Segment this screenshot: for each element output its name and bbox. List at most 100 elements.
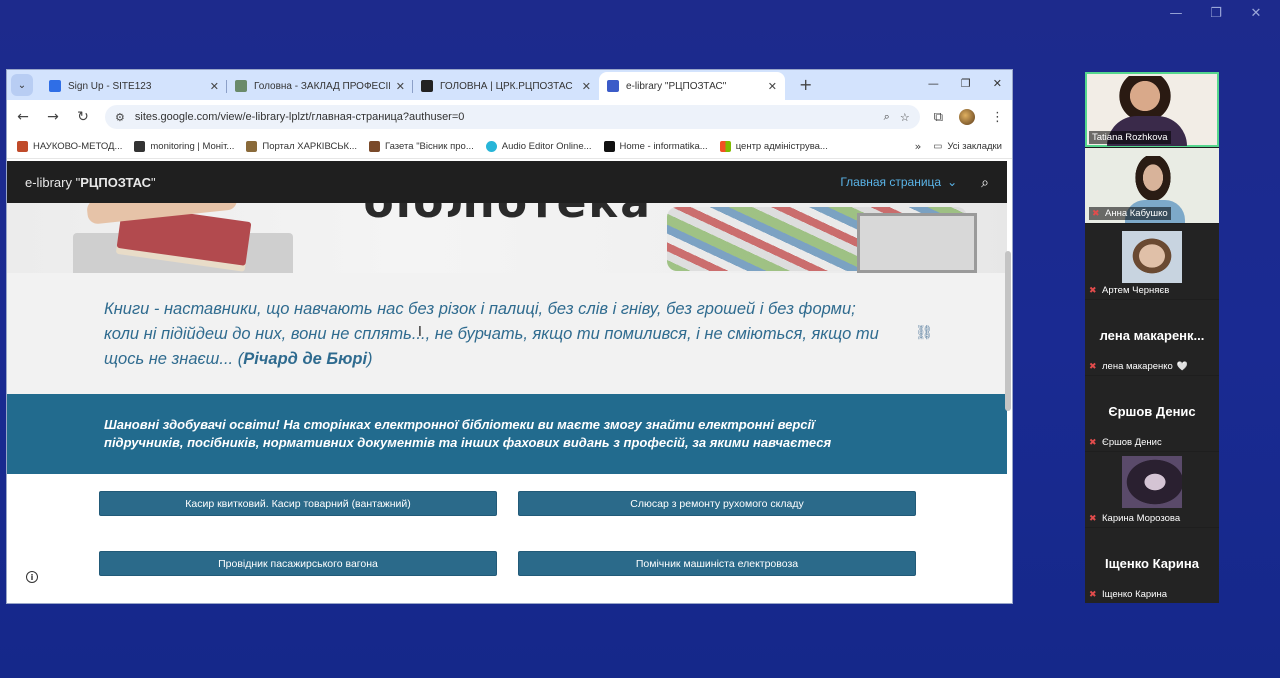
participant-tile[interactable]: ✖ Карина Морозова [1085, 452, 1219, 527]
tab-strip: ⌄ Sign Up - SITE123 ✕ Головна - ЗАКЛАД П… [7, 70, 1012, 100]
tab-golovna-crk[interactable]: ГОЛОВНА | ЦРК.РЦПОЗТАС ✕ [413, 72, 599, 100]
bookmark-label: НАУКОВО-МЕТОД... [33, 140, 123, 152]
tab-golovna-zaklad[interactable]: Головна - ЗАКЛАД ПРОФЕСІЙ ✕ [227, 72, 413, 100]
zoom-icon[interactable]: ⌕ [884, 111, 890, 124]
browser-restore-icon[interactable]: ❐ [961, 77, 971, 90]
url-text: sites.google.com/view/e-library-lplzt/гл… [134, 111, 465, 123]
mic-muted-icon: ✖ [1089, 437, 1097, 447]
participant-name-text: Tatiana Rozhkova [1092, 132, 1168, 143]
close-tab-icon[interactable]: ✕ [768, 80, 777, 93]
tab-site123[interactable]: Sign Up - SITE123 ✕ [41, 72, 227, 100]
link-icon[interactable]: ⛓ [915, 325, 933, 341]
participant-display-name: лена макаренк... [1099, 328, 1205, 343]
bookmark-item[interactable]: Портал ХАРКІВСЬК... [246, 140, 358, 152]
participant-tile[interactable]: ✖ Артем Черняєв [1085, 224, 1219, 299]
mic-muted-icon: ✖ [1089, 513, 1097, 523]
bookmark-item[interactable]: центр адмініструва... [719, 140, 828, 152]
participant-name: ✖ Іщенко Карина [1089, 589, 1167, 600]
folder-icon: ▭ [933, 140, 943, 152]
participant-name: ✖ Єршов Денис [1089, 437, 1162, 448]
google-sites-icon [607, 80, 619, 92]
reload-icon[interactable]: ↻ [75, 109, 91, 125]
bookmark-item[interactable]: monitoring | Моніт... [134, 140, 235, 152]
profession-button-conductor[interactable]: Провідник пасажирського вагона [99, 551, 497, 576]
close-tab-icon[interactable]: ✕ [582, 80, 591, 93]
mic-muted-icon: ✖ [1089, 589, 1097, 599]
forward-arrow-icon[interactable]: → [45, 109, 61, 125]
site-header: e-library "РЦПОЗТАС" Главная страница ⌄ ⌕ [7, 161, 1007, 203]
quote-body: Книги - наставники, що навчають нас без … [104, 300, 879, 368]
profile-avatar[interactable] [959, 109, 975, 125]
heart-icon: 🤍 [1176, 361, 1189, 371]
tab-e-library[interactable]: e-library "РЦПОЗТАС" ✕ [599, 72, 785, 100]
browser-close-icon[interactable]: ✕ [993, 77, 1002, 90]
participant-display-name: Іщенко Карина [1105, 556, 1199, 571]
participant-name-text: Карина Морозова [1102, 513, 1181, 524]
bookmark-favicon-icon [369, 140, 381, 152]
participant-photo [1133, 156, 1173, 204]
site-info-icon[interactable]: ⚙ [115, 111, 125, 124]
menu-kebab-icon[interactable]: ⋮ [991, 110, 1004, 125]
bookmark-star-icon[interactable]: ☆ [900, 111, 910, 124]
bookmark-label: monitoring | Моніт... [150, 140, 235, 152]
site-title[interactable]: e-library "РЦПОЗТАС" [25, 175, 156, 190]
participant-name: ✖ Карина Морозова [1089, 513, 1180, 524]
participant-tile[interactable]: ✖ Анна Кабушко [1085, 148, 1219, 223]
participant-name-text: Іщенко Карина [1102, 589, 1168, 600]
site-page: e-library "РЦПОЗТАС" Главная страница ⌄ ⌕… [7, 161, 1007, 603]
participant-tile[interactable]: Єршов Денис ✖ Єршов Денис [1085, 376, 1219, 451]
minimize-button[interactable]: — [1166, 6, 1186, 21]
participant-tile[interactable]: Tatiana Rozhkova [1085, 72, 1219, 147]
participant-name-text: Артем Черняєв [1102, 285, 1170, 296]
participant-photo [1122, 456, 1182, 508]
quote-text: Книги - наставники, що навчають нас без … [104, 297, 887, 372]
profession-button-locksmith[interactable]: Слюсар з ремонту рухомого складу [518, 491, 916, 516]
participant-name: ✖ Артем Черняєв [1089, 285, 1169, 296]
more-bookmarks-icon[interactable]: » [915, 140, 922, 153]
profession-button-assistant-driver[interactable]: Помічник машиніста електровоза [518, 551, 916, 576]
close-tab-icon[interactable]: ✕ [210, 80, 219, 93]
profession-button-cashier[interactable]: Касир квитковий. Касир товарний (вантажн… [99, 491, 497, 516]
chevron-down-icon: ⌄ [947, 175, 958, 189]
bookmark-item[interactable]: Audio Editor Online... [485, 140, 592, 152]
bookmark-label: Портал ХАРКІВСЬК... [262, 140, 358, 152]
close-tab-icon[interactable]: ✕ [396, 80, 405, 93]
bookmarks-bar: НАУКОВО-МЕТОД... monitoring | Моніт... П… [7, 134, 1012, 159]
bookmark-favicon-icon [17, 140, 28, 152]
all-bookmarks-label: Усі закладки [947, 140, 1002, 152]
bookmark-item[interactable]: Home - informatika... [603, 140, 708, 152]
text-cursor-icon: I [418, 325, 422, 340]
bookmark-label: Audio Editor Online... [501, 140, 592, 152]
info-icon[interactable]: i [26, 571, 38, 583]
bookmark-item[interactable]: Газета "Вісник про... [369, 140, 474, 152]
page-scrollbar[interactable] [1005, 251, 1011, 411]
participant-photo [1122, 231, 1182, 283]
site-title-suffix: " [151, 174, 156, 190]
address-bar[interactable]: ⚙ sites.google.com/view/e-library-lplzt/… [105, 105, 920, 129]
tab-search-button[interactable]: ⌄ [11, 74, 33, 96]
participant-tile[interactable]: Іщенко Карина ✖ Іщенко Карина [1085, 528, 1219, 603]
search-icon[interactable]: ⌕ [981, 174, 989, 191]
new-tab-button[interactable]: + [799, 75, 812, 94]
welcome-banner: Шановні здобувачі освіти! На сторінках е… [7, 394, 1007, 474]
nav-main-page[interactable]: Главная страница ⌄ [840, 175, 957, 189]
browser-minimize-icon[interactable]: — [928, 77, 939, 90]
back-arrow-icon[interactable]: ← [15, 109, 31, 125]
participant-display-name: Єршов Денис [1108, 404, 1196, 419]
bookmark-favicon-icon [603, 140, 615, 152]
tab-title: Головна - ЗАКЛАД ПРОФЕСІЙ [254, 80, 390, 92]
tab-title: e-library "РЦПОЗТАС" [626, 80, 727, 92]
bookmark-favicon-icon [485, 140, 497, 152]
extensions-icon[interactable]: ⧉ [934, 110, 943, 125]
participant-name: ✖ Анна Кабушко [1089, 207, 1171, 220]
bookmark-label: Газета "Вісник про... [385, 140, 474, 152]
all-bookmarks-folder[interactable]: ▭ Усі закладки [933, 141, 1002, 152]
bookmark-item[interactable]: НАУКОВО-МЕТОД... [17, 140, 123, 152]
mic-muted-icon: ✖ [1092, 208, 1100, 218]
browser-toolbar: ← → ↻ ⚙ sites.google.com/view/e-library-… [7, 100, 1012, 134]
bookmark-favicon-icon [246, 140, 258, 152]
restore-button[interactable]: ❐ [1206, 6, 1226, 21]
hero-heading: бібліотека [363, 203, 652, 228]
close-window-button[interactable]: ✕ [1246, 6, 1266, 21]
participant-tile[interactable]: лена макаренк... ✖ лена макаренко 🤍 [1085, 300, 1219, 375]
